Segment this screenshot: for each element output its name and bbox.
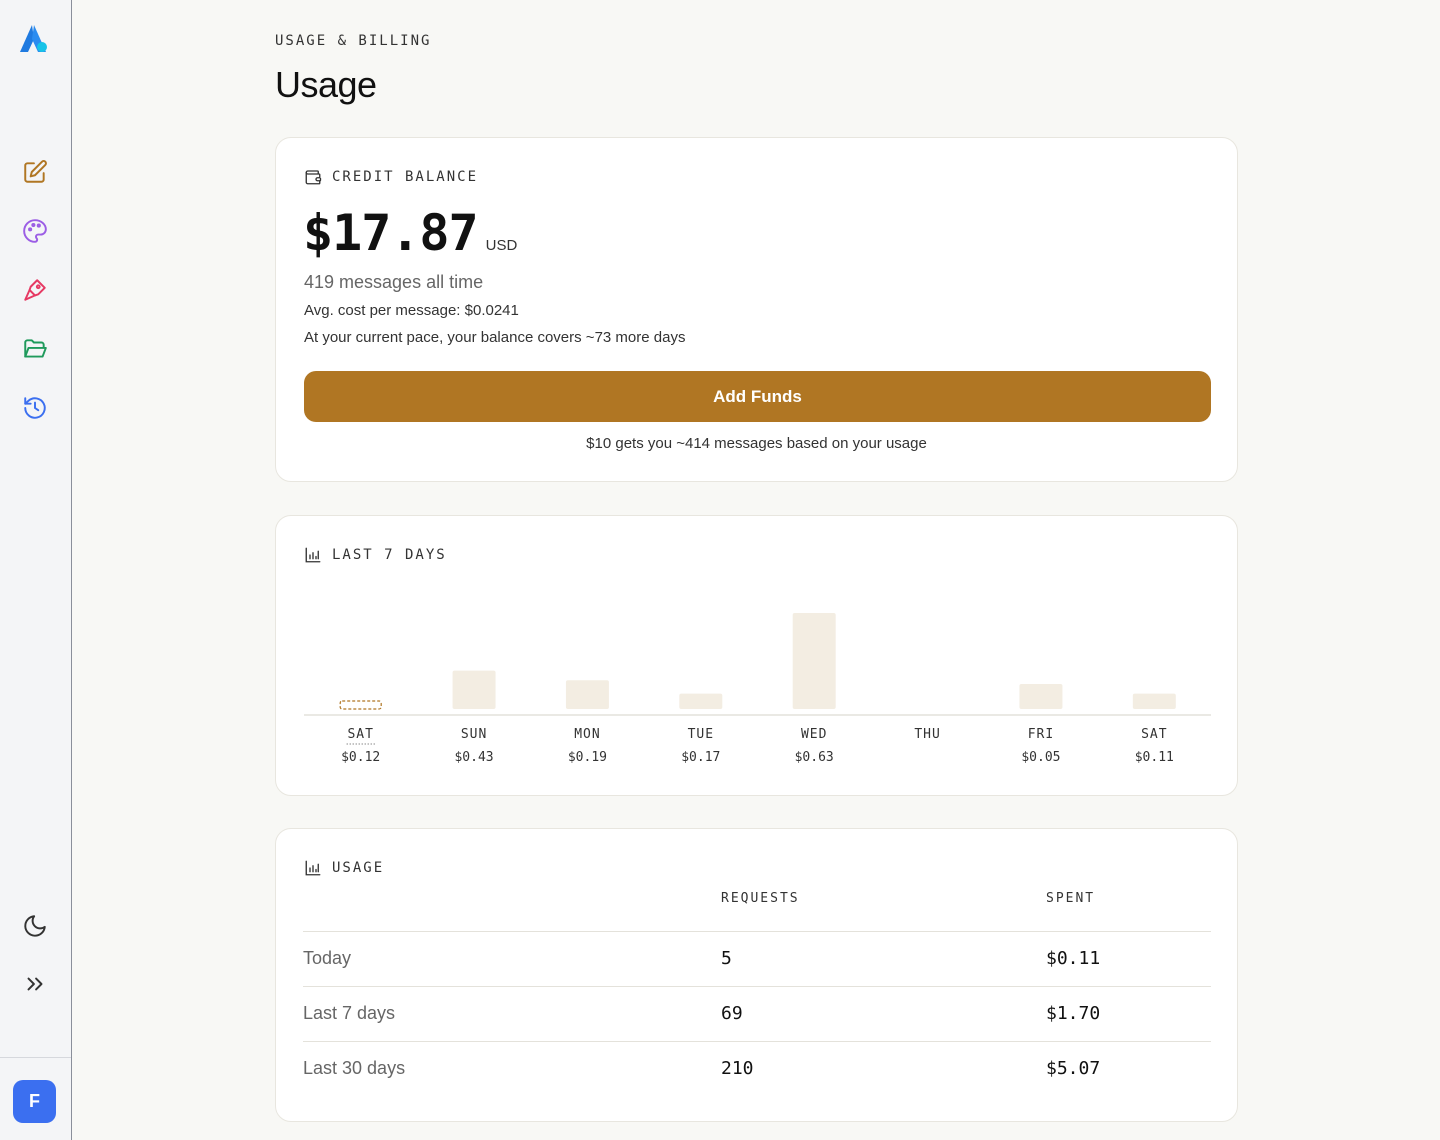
chart-value-label: $0.05 <box>1021 750 1060 765</box>
balance-pace: At your current pace, your balance cover… <box>304 329 686 346</box>
chart-day-label: MON <box>574 727 600 742</box>
files-button[interactable] <box>16 330 54 368</box>
page-title: Usage <box>275 64 377 105</box>
funds-hint: $10 gets you ~414 messages based on your… <box>586 435 927 452</box>
row-spent: $0.11 <box>1046 931 1211 987</box>
messages-all-time: 419 messages all time <box>304 272 484 292</box>
table-header-row: REQUESTS SPENT <box>303 891 1211 932</box>
row-label: Today <box>303 931 721 987</box>
row-requests: 69 <box>721 986 1046 1042</box>
sidebar: F <box>0 0 72 1140</box>
chart-day-label: SAT <box>347 727 373 742</box>
chart-bar[interactable] <box>679 693 723 709</box>
credit-balance-label: CREDIT BALANCE <box>332 169 479 185</box>
chart-day-label: WED <box>801 727 827 742</box>
themes-button[interactable] <box>16 212 54 250</box>
balance-display: $17.87 USD <box>303 204 517 262</box>
usage-heading: USAGE <box>304 859 384 877</box>
chart-bar[interactable] <box>339 700 382 710</box>
new-chat-button[interactable] <box>16 153 54 191</box>
row-spent: $1.70 <box>1046 986 1211 1042</box>
chart-value-label: $0.17 <box>681 750 720 765</box>
column-header-requests: REQUESTS <box>721 891 1046 932</box>
chart-day-label: SAT <box>1141 727 1167 742</box>
chart-value-label: $0.63 <box>795 750 834 765</box>
add-funds-button[interactable]: Add Funds <box>304 371 1211 422</box>
sidebar-divider <box>0 1057 71 1058</box>
column-header-spent: SPENT <box>1046 891 1211 932</box>
balance-amount: $17.87 <box>303 204 479 262</box>
sign-button[interactable] <box>16 271 54 309</box>
row-spent: $5.07 <box>1046 1058 1101 1080</box>
moon-icon <box>24 915 46 937</box>
pen-icon <box>24 279 46 301</box>
palette-icon <box>23 219 47 243</box>
chart-value-label: $0.12 <box>341 750 380 765</box>
chart-bar[interactable] <box>1132 693 1176 709</box>
edit-icon <box>24 160 47 183</box>
daily-spend-chart: SAT $0.12 SUN $0.43 MON $0.19 TUE $0.17 WED $0.63… <box>304 613 1211 765</box>
row-label: Last 30 days <box>303 1058 406 1079</box>
wallet-icon <box>305 170 322 185</box>
credit-balance-card: CREDIT BALANCE $17.87 USD 419 messages a… <box>275 137 1238 482</box>
chart-day-label: SUN <box>461 727 487 742</box>
breadcrumb: USAGE & BILLING <box>275 33 432 49</box>
row-requests: 5 <box>721 931 1046 987</box>
last-7-days-card: LAST 7 DAYS SAT $0.12 SUN $0.43 MON $0.19 TUE $… <box>275 515 1238 796</box>
avatar[interactable]: F <box>13 1080 56 1123</box>
chevrons-right-icon <box>27 977 43 991</box>
dark-mode-toggle[interactable] <box>16 907 54 945</box>
chart-value-label: $0.43 <box>454 750 493 765</box>
chart-day-label: FRI <box>1028 727 1054 742</box>
chart-bar[interactable] <box>565 680 609 709</box>
avg-cost: Avg. cost per message: $0.0241 <box>304 302 519 319</box>
table-row: Today 5 $0.11 <box>303 931 1211 987</box>
expand-sidebar-button[interactable] <box>16 965 54 1003</box>
usage-card: USAGE REQUESTS SPENT Today 5 $0.11 Last … <box>275 828 1238 1122</box>
chart-bar[interactable] <box>1019 684 1063 709</box>
credit-balance-heading: CREDIT BALANCE <box>304 168 478 186</box>
row-label: Last 7 days <box>303 986 721 1042</box>
chart-day-label: THU <box>914 727 940 742</box>
history-button[interactable] <box>16 389 54 427</box>
bar-chart-icon <box>305 860 321 876</box>
table-row: Last 30 days 210 $5.07 <box>303 1041 1211 1096</box>
chart-bar[interactable] <box>452 670 496 709</box>
column-header-period <box>303 891 721 932</box>
balance-currency: USD <box>485 237 518 254</box>
history-icon <box>24 397 46 419</box>
app-logo-icon[interactable] <box>17 22 51 56</box>
chart-value-label: $0.11 <box>1135 750 1174 765</box>
chart-value-label: $0.19 <box>568 750 607 765</box>
usage-table: REQUESTS SPENT Today 5 $0.11 Last 7 days… <box>303 891 1211 1096</box>
chart-day-label: TUE <box>688 727 714 742</box>
chart-bar[interactable] <box>792 613 836 709</box>
table-row: Last 7 days 69 $1.70 <box>303 986 1211 1042</box>
folder-open-icon <box>24 339 47 358</box>
usage-label: USAGE <box>332 860 385 876</box>
row-requests: 210 <box>721 1058 754 1080</box>
